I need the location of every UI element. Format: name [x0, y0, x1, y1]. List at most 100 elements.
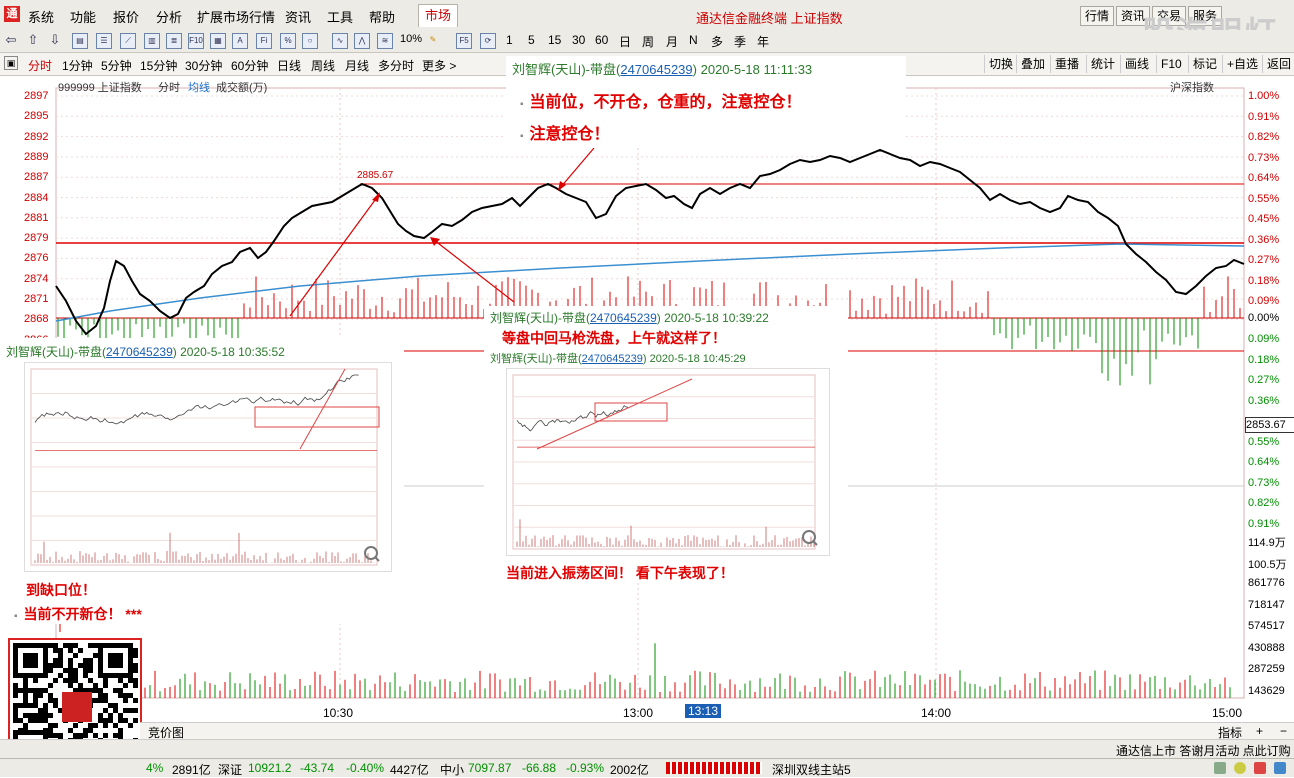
draw-button[interactable]: 画线	[1120, 55, 1149, 73]
qr-module	[118, 693, 123, 698]
middle-thumbnail-chart[interactable]	[506, 368, 830, 556]
lock-icon[interactable]	[1214, 762, 1226, 774]
qr-module	[23, 693, 28, 698]
news-icon[interactable]	[1254, 762, 1266, 774]
period-month[interactable]: 月	[666, 33, 678, 50]
period-quarter[interactable]: 季	[734, 33, 746, 50]
mark-button[interactable]: 标记	[1188, 55, 1217, 73]
tab-more[interactable]: 更多 >	[422, 57, 456, 74]
menu-help[interactable]: 帮助	[369, 7, 395, 26]
period-year[interactable]: 年	[757, 33, 769, 50]
tab-30min[interactable]: 30分钟	[185, 57, 222, 74]
annotation-qq[interactable]: 2470645239	[620, 62, 692, 77]
menu-quote[interactable]: 报价	[113, 7, 139, 26]
index-selector[interactable]: 沪深指数	[1170, 79, 1214, 95]
percent-label[interactable]: 10%	[400, 33, 422, 45]
list-icon[interactable]: ☰	[96, 33, 112, 49]
period-1min[interactable]: 1	[506, 33, 513, 47]
circle-icon[interactable]: ○	[302, 33, 318, 49]
annotation-mid-qq-1[interactable]: 2470645239	[590, 311, 657, 325]
menu-news[interactable]: 资讯	[285, 7, 311, 26]
mid-value: 7097.87	[468, 761, 512, 775]
annotation-line-1: 当前位，不开仓，仓重的，注意控仓！	[529, 94, 802, 111]
top-button-quote[interactable]: 行情	[1080, 6, 1114, 26]
document-icon[interactable]: A	[232, 33, 248, 49]
return-button[interactable]: 返回	[1262, 55, 1291, 73]
period-n[interactable]: N	[689, 33, 698, 47]
annotation-mid-qq-2[interactable]: 2470645239	[582, 353, 643, 365]
down-arrow-icon[interactable]: ⇩	[48, 33, 62, 47]
period-week[interactable]: 周	[642, 33, 654, 50]
line-chart-icon[interactable]: ⟋	[120, 33, 136, 49]
left-thumbnail-chart[interactable]	[24, 362, 392, 572]
time-label-1400: 14:00	[921, 706, 952, 720]
collapse-icon[interactable]: ▣	[4, 56, 18, 70]
tab-intraday[interactable]: 分时	[28, 57, 52, 74]
wave-icon[interactable]: ∿	[332, 33, 348, 49]
tab-daily[interactable]: 日线	[277, 57, 301, 74]
annotation-left-qq[interactable]: 2470645239	[106, 345, 173, 359]
tab-1min[interactable]: 1分钟	[62, 57, 93, 74]
qr-module	[68, 728, 73, 733]
period-day[interactable]: 日	[619, 33, 631, 50]
kline-icon[interactable]: ▥	[144, 33, 160, 49]
promo-link[interactable]: 通达信上市 答谢月活动 点此订购	[1116, 742, 1291, 759]
menu-tools[interactable]: 工具	[327, 7, 353, 26]
period-5min[interactable]: 5	[528, 33, 535, 47]
f10-button[interactable]: F10	[1156, 55, 1182, 73]
qr-module	[53, 643, 58, 648]
server-name[interactable]: 深圳双线主站5	[772, 761, 851, 778]
market-tab[interactable]: 市场	[418, 4, 458, 27]
overlay-button[interactable]: 叠加	[1016, 55, 1045, 73]
replay-button[interactable]: 重播	[1050, 55, 1079, 73]
menu-system[interactable]: 系统	[28, 7, 54, 26]
rank-icon[interactable]: %	[280, 33, 296, 49]
qr-module	[28, 688, 33, 693]
tab-monthly[interactable]: 月线	[345, 57, 369, 74]
sz-change: -43.74	[300, 761, 335, 775]
mid-name[interactable]: 中小	[440, 761, 464, 778]
period-60min[interactable]: 60	[595, 33, 608, 47]
period-multi[interactable]: 多	[711, 33, 723, 50]
f10-icon[interactable]: F10	[188, 33, 204, 49]
stats-button[interactable]: 统计	[1086, 55, 1115, 73]
period-30min[interactable]: 30	[572, 33, 585, 47]
compare-icon[interactable]: ≋	[377, 33, 393, 49]
qr-module	[73, 653, 78, 658]
price-tick: 2889	[24, 150, 49, 163]
up-arrow-icon[interactable]: ⇧	[26, 33, 40, 47]
fundamental-icon[interactable]: Fi	[256, 33, 272, 49]
zoom-in-button[interactable]: +	[1256, 724, 1263, 738]
qr-module	[93, 733, 98, 738]
back-arrow-icon[interactable]: ⇦	[4, 33, 18, 47]
mountain-icon[interactable]: ⋀	[354, 33, 370, 49]
qr-module	[18, 703, 23, 708]
tab-15min[interactable]: 15分钟	[140, 57, 177, 74]
tab-5min[interactable]: 5分钟	[101, 57, 132, 74]
sz-amount: 4427亿	[390, 763, 429, 777]
pencil-icon[interactable]: ✎	[426, 33, 440, 47]
menu-analysis[interactable]: 分析	[156, 7, 182, 26]
chart-vol-label: 成交额(万)	[216, 82, 268, 94]
tab-multi-intraday[interactable]: 多分时	[378, 57, 414, 74]
qr-module	[18, 718, 23, 723]
f5-icon[interactable]: F5	[456, 33, 472, 49]
tab-60min[interactable]: 60分钟	[231, 57, 268, 74]
sz-name[interactable]: 深证	[218, 761, 242, 778]
mid-pct: -0.93%	[566, 761, 605, 775]
zoom-out-button[interactable]: −	[1280, 724, 1287, 738]
menu-extended-market[interactable]: 扩展市场行情	[197, 7, 275, 26]
report-icon[interactable]: ≣	[166, 33, 182, 49]
table-icon[interactable]: ▤	[72, 33, 88, 49]
grid-icon[interactable]: ▦	[210, 33, 226, 49]
period-15min[interactable]: 15	[548, 33, 561, 47]
qr-module	[13, 688, 18, 693]
add-watchlist-button[interactable]: +自选	[1222, 55, 1258, 73]
switch-button[interactable]: 切换	[984, 55, 1013, 73]
qr-module	[33, 698, 38, 703]
connection-icon[interactable]	[1274, 762, 1286, 774]
refresh-icon[interactable]: ⟳	[480, 33, 496, 49]
alert-icon[interactable]	[1234, 762, 1246, 774]
menu-function[interactable]: 功能	[70, 7, 96, 26]
tab-weekly[interactable]: 周线	[311, 57, 335, 74]
